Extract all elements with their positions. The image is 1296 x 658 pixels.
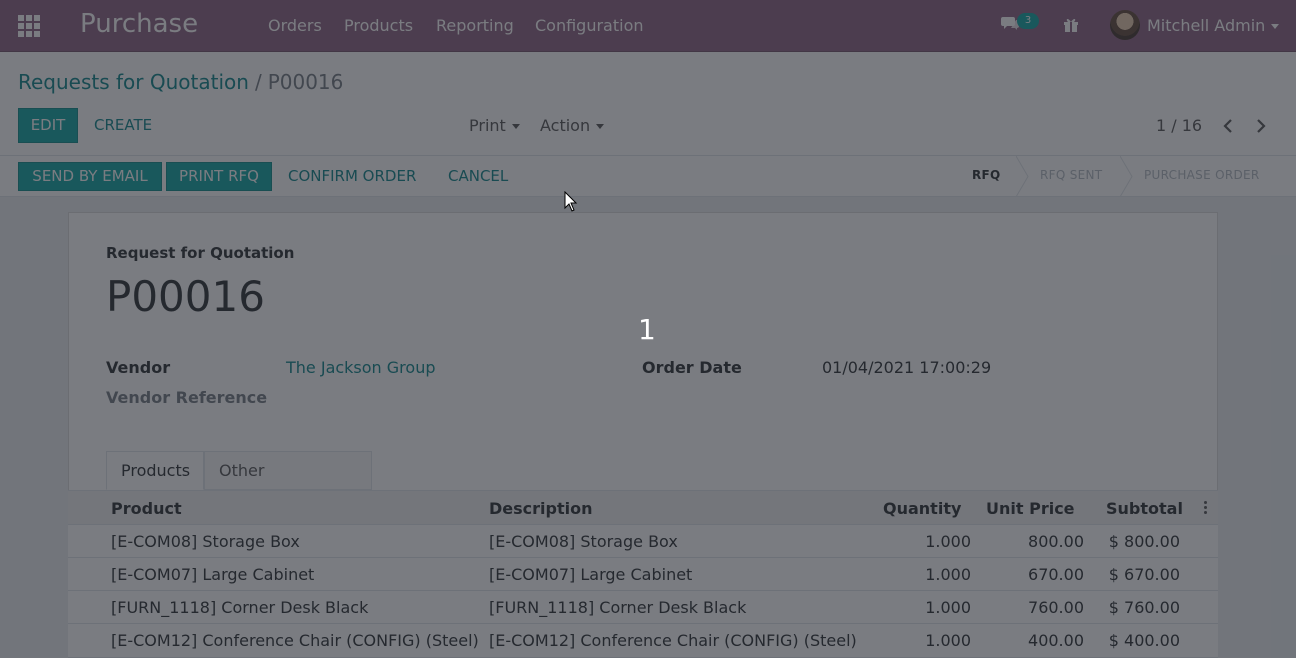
- column-subtotal[interactable]: Subtotal: [1106, 499, 1183, 518]
- column-unit-price[interactable]: Unit Price: [986, 499, 1075, 518]
- order-lines-header: Product Description Quantity Unit Price …: [68, 490, 1218, 525]
- cell-subtotal: $ 670.00: [1108, 565, 1180, 584]
- menu-orders[interactable]: Orders: [268, 16, 322, 35]
- column-options-icon[interactable]: [1204, 501, 1208, 516]
- send-by-email-button[interactable]: SEND BY EMAIL: [18, 162, 162, 191]
- cell-quantity: 1.000: [925, 532, 971, 551]
- table-row[interactable]: [E-COM08] Storage Box [E-COM08] Storage …: [68, 525, 1218, 558]
- menu-reporting[interactable]: Reporting: [436, 16, 514, 35]
- create-button[interactable]: CREATE: [94, 116, 152, 134]
- cell-product: [FURN_1118] Corner Desk Black: [111, 598, 369, 617]
- cell-quantity: 1.000: [925, 631, 971, 650]
- cell-quantity: 1.000: [925, 598, 971, 617]
- message-count-badge: 3: [1017, 13, 1039, 29]
- cell-unit-price: 800.00: [1028, 532, 1084, 551]
- cell-unit-price: 670.00: [1028, 565, 1084, 584]
- cell-unit-price: 400.00: [1028, 631, 1084, 650]
- column-product[interactable]: Product: [111, 499, 182, 518]
- caret-down-icon: [1271, 24, 1280, 29]
- stage-separator-icon: [1016, 156, 1029, 197]
- user-name: Mitchell Admin: [1147, 16, 1266, 35]
- user-avatar[interactable]: [1110, 10, 1140, 40]
- tab-other-information[interactable]: Other Information: [204, 451, 372, 518]
- tab-products[interactable]: Products: [106, 451, 204, 490]
- order-date-label: Order Date: [642, 358, 742, 377]
- vendor-link[interactable]: The Jackson Group: [286, 358, 436, 377]
- print-dropdown-label: Print: [469, 116, 506, 135]
- breadcrumb-parent[interactable]: Requests for Quotation: [18, 70, 249, 94]
- breadcrumb-separator: /: [254, 70, 262, 94]
- confirm-order-button[interactable]: CONFIRM ORDER: [288, 167, 416, 185]
- print-rfq-button[interactable]: PRINT RFQ: [166, 162, 272, 191]
- step-number: 1: [638, 313, 656, 346]
- table-row[interactable]: [E-COM07] Large Cabinet [E-COM07] Large …: [68, 558, 1218, 591]
- cell-description: [E-COM12] Conference Chair (CONFIG) (Ste…: [489, 631, 857, 650]
- gift-icon[interactable]: [1062, 15, 1080, 33]
- cell-product: [E-COM07] Large Cabinet: [111, 565, 315, 584]
- apps-grid-icon[interactable]: [18, 15, 40, 37]
- cancel-button[interactable]: CANCEL: [448, 167, 508, 185]
- menu-configuration[interactable]: Configuration: [535, 16, 644, 35]
- cell-description: [FURN_1118] Corner Desk Black: [489, 598, 747, 617]
- print-dropdown[interactable]: Print: [469, 116, 520, 135]
- control-panel: Requests for Quotation / P00016 EDIT CREAT…: [0, 52, 1296, 156]
- breadcrumb-current: P00016: [267, 70, 344, 94]
- action-dropdown-label: Action: [540, 116, 591, 135]
- table-row[interactable]: [FURN_1118] Corner Desk Black [FURN_1118…: [68, 591, 1218, 624]
- cell-subtotal: $ 760.00: [1108, 598, 1180, 617]
- order-date-value: 01/04/2021 17:00:29: [822, 358, 992, 377]
- cell-product: [E-COM12] Conference Chair (CONFIG) (Ste…: [111, 631, 479, 650]
- stage-rfq-sent[interactable]: RFQ SENT: [1040, 168, 1102, 182]
- pager-value[interactable]: 1 / 16: [1156, 116, 1202, 135]
- action-dropdown[interactable]: Action: [540, 116, 605, 135]
- stage-rfq[interactable]: RFQ: [972, 168, 1001, 182]
- app-title[interactable]: Purchase: [80, 9, 198, 39]
- mouse-cursor-icon: [564, 191, 578, 212]
- chevron-right-icon[interactable]: [1255, 118, 1267, 134]
- stage-separator-icon: [1120, 156, 1133, 197]
- cell-subtotal: $ 800.00: [1108, 532, 1180, 551]
- caret-down-icon: [596, 124, 605, 129]
- cell-description: [E-COM07] Large Cabinet: [489, 565, 693, 584]
- cell-description: [E-COM08] Storage Box: [489, 532, 678, 551]
- cell-quantity: 1.000: [925, 565, 971, 584]
- form-statusbar: SEND BY EMAIL PRINT RFQ CONFIRM ORDER CA…: [0, 156, 1296, 197]
- column-quantity[interactable]: Quantity: [883, 499, 961, 518]
- chevron-left-icon[interactable]: [1222, 118, 1234, 134]
- document-type-label: Request for Quotation: [106, 244, 295, 262]
- menu-products[interactable]: Products: [344, 16, 413, 35]
- breadcrumb: Requests for Quotation / P00016: [18, 70, 343, 94]
- table-row[interactable]: [E-COM12] Conference Chair (CONFIG) (Ste…: [68, 624, 1218, 658]
- cell-product: [E-COM08] Storage Box: [111, 532, 300, 551]
- user-menu[interactable]: Mitchell Admin: [1147, 16, 1280, 35]
- stage-purchase-order[interactable]: PURCHASE ORDER: [1144, 168, 1260, 182]
- vendor-reference-label: Vendor Reference: [106, 388, 268, 407]
- caret-down-icon: [511, 124, 520, 129]
- cell-unit-price: 760.00: [1028, 598, 1084, 617]
- cell-subtotal: $ 400.00: [1108, 631, 1180, 650]
- edit-button[interactable]: EDIT: [18, 108, 78, 143]
- top-navbar: Purchase Orders Products Reporting Confi…: [0, 0, 1296, 52]
- column-description[interactable]: Description: [489, 499, 592, 518]
- document-name: P00016: [106, 272, 265, 321]
- vendor-label: Vendor: [106, 358, 171, 377]
